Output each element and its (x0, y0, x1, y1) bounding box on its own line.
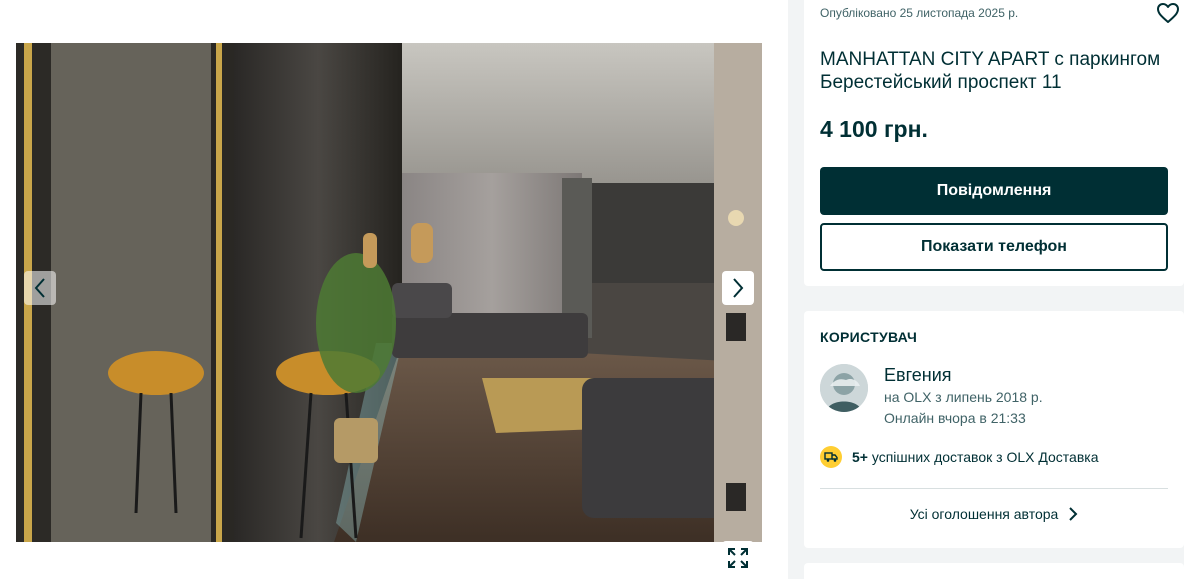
seller-heading: КОРИСТУВАЧ (820, 329, 918, 345)
listing-photo[interactable] (16, 43, 762, 542)
ad-title: MANHATTAN CITY APART с паркингом Бересте… (820, 49, 1161, 93)
avatar[interactable] (820, 364, 868, 412)
seller-name: Евгения (884, 365, 952, 385)
seller-online-status: Онлайн вчора в 21:33 (884, 410, 1026, 426)
published-date: Опубліковано 25 листопада 2025 р. (820, 6, 1019, 20)
gallery-panel (0, 0, 788, 579)
seller-card: КОРИСТУВАЧ Евгения на OLX з липень 2018 … (804, 311, 1184, 548)
delivery-count: 5+ (852, 449, 868, 465)
favorite-button[interactable] (1156, 2, 1180, 24)
show-phone-button[interactable]: Показати телефон (820, 223, 1168, 271)
ad-summary-card: Опубліковано 25 листопада 2025 р. MANHAT… (804, 0, 1184, 286)
seller-since: на OLX з липень 2018 р. (884, 389, 1043, 405)
all-ads-link-label: Усі оголошення автора (909, 506, 1059, 522)
message-button[interactable]: Повідомлення (820, 167, 1168, 215)
all-seller-ads-link[interactable]: Усі оголошення автора (804, 506, 1184, 522)
user-avatar-icon (820, 364, 868, 412)
expand-icon (728, 548, 748, 568)
prev-photo-button[interactable] (24, 271, 56, 305)
price: 4 100 грн. (820, 116, 928, 142)
next-photo-button[interactable] (722, 271, 754, 305)
listing-photo-image (16, 43, 762, 542)
delivery-stats: 5+ успішних доставок з OLX Доставка (852, 449, 1098, 465)
delivery-label: успішних доставок з OLX Доставка (867, 449, 1099, 465)
heart-icon (1157, 3, 1179, 23)
chevron-right-icon (1069, 507, 1078, 521)
delivery-badge (820, 446, 842, 468)
next-card (804, 563, 1184, 579)
fullscreen-button[interactable] (722, 541, 754, 575)
truck-icon (824, 452, 838, 462)
chevron-right-icon (733, 278, 744, 298)
divider (820, 488, 1168, 489)
chevron-left-icon (34, 278, 45, 298)
